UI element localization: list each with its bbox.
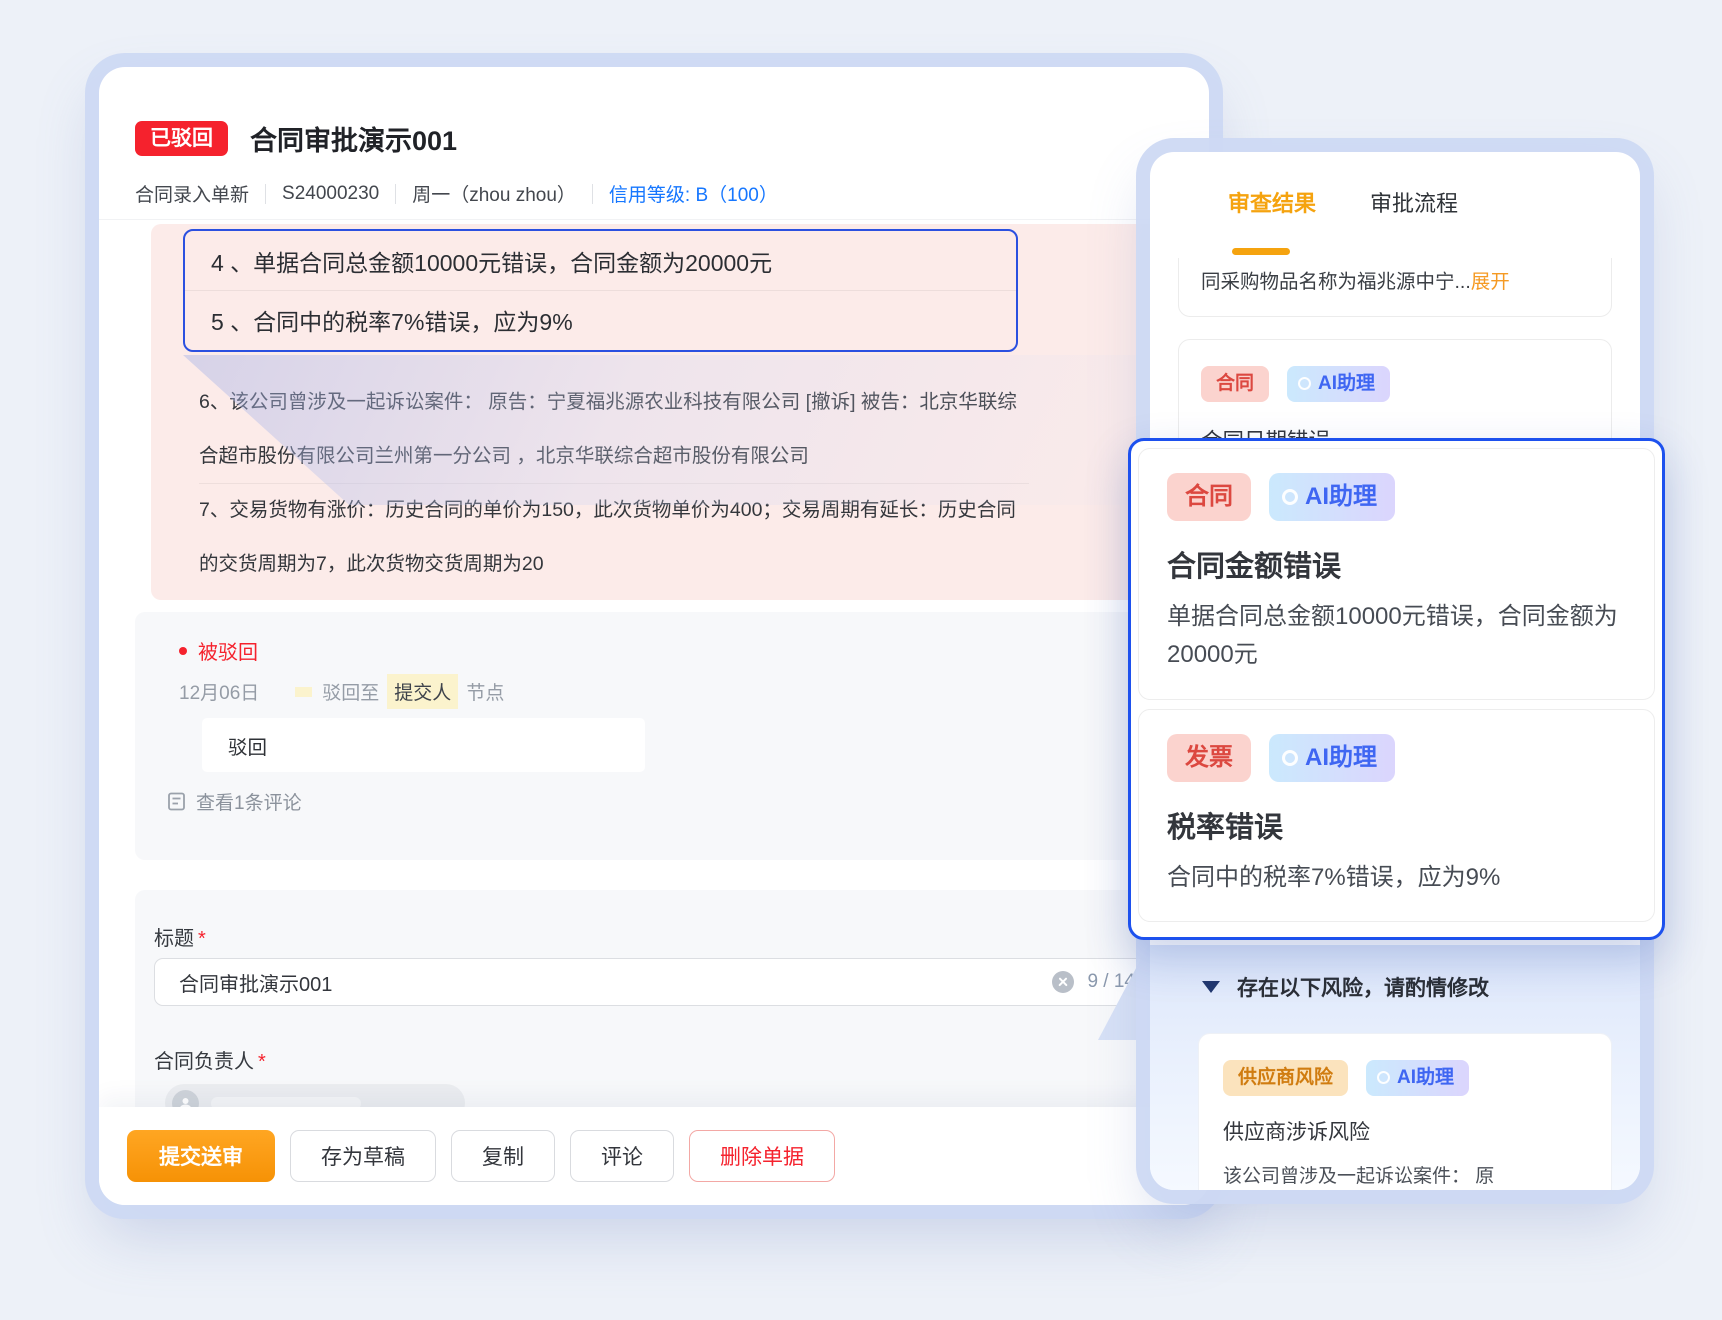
- title-input-value: 合同审批演示001: [179, 968, 1052, 997]
- tab-approval-flow[interactable]: 审批流程: [1370, 186, 1458, 218]
- supplier-risk-tag: 供应商风险: [1223, 1060, 1348, 1096]
- ai-ring-icon: [1282, 489, 1298, 505]
- ai-assistant-tag: AI助理: [1269, 473, 1395, 521]
- meta-separator: [265, 184, 266, 204]
- spotlight-highlight-card: 合同 AI助理 合同金额错误 单据合同总金额10000元错误，合同金额为2000…: [1128, 438, 1665, 940]
- rejection-reason-box: 4 、单据合同总金额10000元错误，合同金额为20000元 5 、合同中的税率…: [151, 224, 1160, 600]
- expand-link[interactable]: 展开: [1471, 271, 1510, 293]
- card-body: 该公司曾涉及一起诉讼案件： 原: [1223, 1161, 1587, 1188]
- active-tab-indicator: [1232, 248, 1290, 255]
- tab-review-result[interactable]: 审查结果: [1228, 186, 1316, 218]
- save-draft-button[interactable]: 存为草稿: [290, 1130, 436, 1182]
- rejected-detail-line: 12月06日 驳回至 提交人 节点: [179, 674, 504, 709]
- required-mark: *: [258, 1051, 266, 1073]
- card-title: 合同金额错误: [1167, 543, 1626, 585]
- edit-form-section: 标题* 合同审批演示001 9 / 14 合同负责人*: [135, 890, 1160, 1107]
- app-stage: 已驳回 合同审批演示001 合同录入单新 S24000230 周一（zhou z…: [0, 0, 1722, 1320]
- rejected-node-name: 提交人: [387, 674, 458, 709]
- contract-amount-error-card[interactable]: 合同 AI助理 合同金额错误 单据合同总金额10000元错误，合同金额为2000…: [1138, 448, 1655, 700]
- contract-detail-window: 已驳回 合同审批演示001 合同录入单新 S24000230 周一（zhou z…: [99, 67, 1209, 1205]
- rejected-log-section: 被驳回 12月06日 驳回至 提交人 节点 驳回 查看1条评论: [135, 612, 1160, 860]
- required-mark: *: [198, 928, 206, 950]
- rejected-status: 被驳回: [179, 636, 258, 665]
- page-title: 合同审批演示001: [250, 119, 457, 158]
- ai-ring-icon: [1377, 1071, 1390, 1084]
- supplier-risk-card[interactable]: 供应商风险 AI助理 供应商涉诉风险 该公司曾涉及一起诉讼案件： 原: [1198, 1033, 1612, 1190]
- caret-down-icon[interactable]: [1202, 981, 1220, 993]
- red-dot-icon: [179, 647, 187, 655]
- card-title: 税率错误: [1167, 804, 1626, 846]
- error-item-5: 5 、合同中的税率7%错误，应为9%: [185, 290, 1016, 349]
- tax-rate-error-card[interactable]: 发票 AI助理 税率错误 合同中的税率7%错误，应为9%: [1138, 709, 1655, 922]
- rejected-date: 12月06日: [179, 678, 259, 705]
- owner-field-label: 合同负责人*: [154, 1045, 266, 1074]
- card-body: 合同中的税率7%错误，应为9%: [1167, 859, 1622, 897]
- delete-button[interactable]: 删除单据: [689, 1130, 835, 1182]
- submit-button[interactable]: 提交送审: [127, 1130, 275, 1182]
- ai-ring-icon: [1298, 377, 1311, 390]
- title-input[interactable]: 合同审批演示001 9 / 14: [154, 958, 1160, 1006]
- copy-button[interactable]: 复制: [451, 1130, 555, 1182]
- redacted-approver: [295, 687, 312, 697]
- header-divider: [99, 219, 1209, 220]
- credit-rating-link[interactable]: 信用等级: B（100）: [609, 180, 778, 207]
- title-field-label: 标题*: [154, 922, 206, 951]
- ai-assistant-tag: AI助理: [1269, 734, 1395, 782]
- contract-tag: 合同: [1201, 366, 1269, 402]
- status-badge: 已驳回: [135, 121, 228, 156]
- action-bar: 提交送审 存为草稿 复制 评论 删除单据: [99, 1107, 1209, 1205]
- ai-assistant-tag: AI助理: [1287, 366, 1390, 402]
- invoice-tag: 发票: [1167, 734, 1251, 782]
- risk-section-header: 存在以下风险，请酌情修改: [1202, 972, 1489, 1002]
- ai-ring-icon: [1282, 750, 1298, 766]
- rejection-comment-box: 驳回: [202, 718, 645, 772]
- comment-button[interactable]: 评论: [570, 1130, 674, 1182]
- meta-separator: [592, 184, 593, 204]
- rejected-to-text: 驳回至: [322, 678, 379, 705]
- error-item-6: 6、该公司曾涉及一起诉讼案件： 原告：宁夏福兆源农业科技有限公司 [撤诉] 被告…: [199, 376, 1029, 484]
- error-item-7: 7、交易货物有涨价：历史合同的单价为150，此次货物单价为400；交易周期有延长…: [199, 484, 1029, 591]
- doc-owner: 周一（zhou zhou）: [412, 180, 576, 207]
- rejected-node-word: 节点: [466, 678, 504, 705]
- window-header: 已驳回 合同审批演示001 合同录入单新 S24000230 周一（zhou z…: [135, 119, 1173, 207]
- contract-tag: 合同: [1167, 473, 1251, 521]
- doc-number: S24000230: [282, 183, 379, 205]
- clear-input-icon[interactable]: [1052, 971, 1074, 993]
- ai-assistant-tag: AI助理: [1366, 1060, 1469, 1096]
- card-body: 单据合同总金额10000元错误，合同金额为20000元: [1167, 598, 1622, 675]
- error-item-4: 4 、单据合同总金额10000元错误，合同金额为20000元: [185, 231, 1016, 290]
- risk-section: 存在以下风险，请酌情修改 供应商风险 AI助理 供应商涉诉风险 该公司曾涉及一起…: [1150, 945, 1640, 1190]
- comment-doc-icon: [167, 792, 186, 811]
- panel-tabs: 审查结果 审批流程: [1228, 186, 1458, 218]
- view-comments-link[interactable]: 查看1条评论: [167, 788, 302, 815]
- card-title: 供应商涉诉风险: [1223, 1116, 1587, 1146]
- document-meta: 合同录入单新 S24000230 周一（zhou zhou） 信用等级: B（1…: [135, 180, 1173, 207]
- doc-type: 合同录入单新: [135, 180, 249, 207]
- meta-separator: [395, 184, 396, 204]
- truncated-review-card: 同采购物品名称为福兆源中宁...展开: [1178, 258, 1612, 317]
- highlighted-errors-outline: 4 、单据合同总金额10000元错误，合同金额为20000元 5 、合同中的税率…: [183, 229, 1018, 352]
